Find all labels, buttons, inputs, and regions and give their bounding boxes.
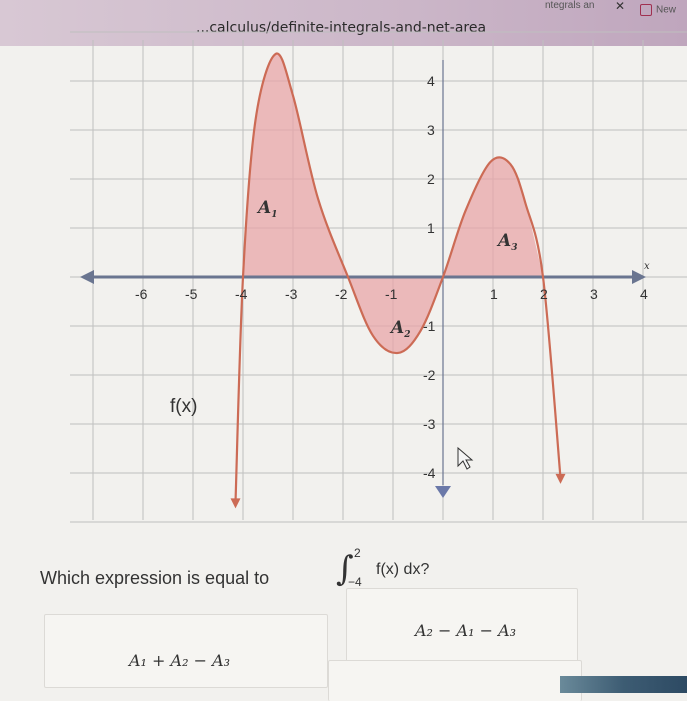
- integral-expression: ∫ 2 −4 f(x) dx?: [336, 546, 429, 589]
- area-a1-fill: [243, 53, 348, 278]
- integral-lower-limit: −4: [348, 575, 362, 589]
- answer-option-1[interactable]: A₁ + A₂ − A₃: [44, 614, 328, 688]
- x-tick-label: 1: [490, 286, 498, 302]
- function-graph: -6 -5 -4 -3 -2 -1 1 2 3 44321-1-2-3-4xf(x) A1A2A3: [70, 31, 687, 523]
- answer-option-2[interactable]: A₂ − A₁ − A₃: [346, 588, 578, 668]
- x-tick-label: -4: [235, 286, 248, 302]
- answer-option-1-text: A₁ + A₂ − A₃: [129, 651, 231, 670]
- integrand: f(x) dx?: [376, 561, 429, 578]
- y-tick-label: 1: [427, 220, 435, 236]
- question-text: Which expression is equal to: [40, 568, 269, 589]
- x-tick-label: -6: [135, 286, 148, 302]
- y-tick-label: -4: [423, 465, 436, 481]
- y-tick-label: 3: [427, 122, 435, 138]
- y-tick-label: -1: [423, 318, 436, 334]
- x-axis-label: x: [644, 261, 650, 272]
- taskbar-strip: [560, 676, 687, 693]
- area-a3-fill: [443, 157, 543, 277]
- x-axis-right-arrow-icon: [632, 270, 646, 284]
- x-axis-left-arrow-icon: [80, 270, 94, 284]
- mouse-cursor-icon: [457, 446, 474, 470]
- y-tick-label: 4: [427, 73, 435, 89]
- y-tick-label: -3: [423, 416, 436, 432]
- answer-option-3[interactable]: [328, 660, 582, 701]
- answer-option-2-text: A₂ − A₁ − A₃: [415, 621, 517, 640]
- x-tick-label: -5: [185, 286, 198, 302]
- curve-left-arrow-icon: [230, 498, 241, 509]
- y-tick-label: -2: [423, 367, 436, 383]
- function-label: f(x): [170, 396, 197, 417]
- question-prompt: Which expression is equal to: [40, 568, 270, 588]
- x-tick-label: 4: [640, 286, 648, 302]
- y-tick-label: 2: [427, 171, 435, 187]
- x-tick-label: -3: [285, 286, 298, 302]
- x-tick-label: 3: [590, 286, 598, 302]
- curve-right-arrow-icon: [555, 473, 566, 484]
- x-tick-label: -1: [385, 286, 398, 302]
- y-axis-down-arrow-icon: [435, 486, 451, 498]
- integral-upper-limit: 2: [354, 546, 361, 560]
- x-tick-label: 2: [540, 286, 548, 302]
- x-tick-label: -2: [335, 286, 348, 302]
